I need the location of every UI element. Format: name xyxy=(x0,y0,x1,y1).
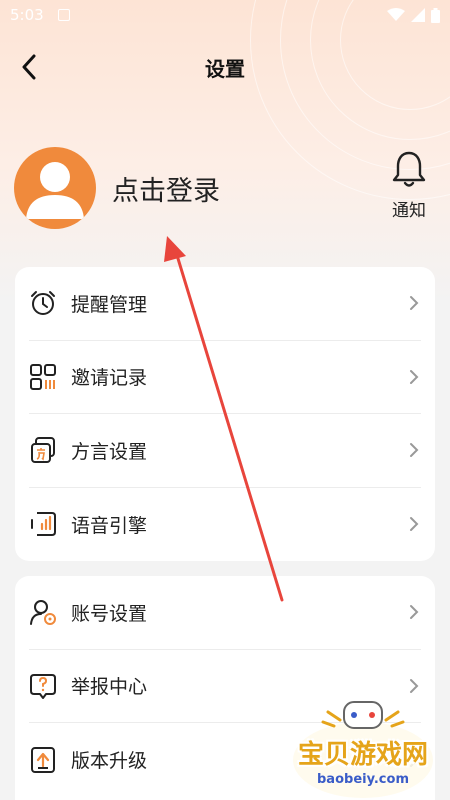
back-button[interactable] xyxy=(14,52,44,82)
chevron-right-icon xyxy=(410,369,419,384)
bell-icon xyxy=(392,151,426,187)
user-avatar-icon xyxy=(26,162,84,219)
account-settings-icon xyxy=(29,598,57,626)
upgrade-icon xyxy=(29,746,57,774)
menu-label: 举报中心 xyxy=(71,676,148,699)
header: 设置 xyxy=(0,40,450,94)
battery-icon xyxy=(431,7,440,23)
page-title: 设置 xyxy=(205,58,245,81)
menu-label: 语音引擎 xyxy=(71,514,148,537)
qr-code-icon xyxy=(29,363,57,391)
menu-item-invite-records[interactable]: 邀请记录 xyxy=(29,341,421,414)
chevron-right-icon xyxy=(410,296,419,311)
alarm-clock-icon xyxy=(29,289,57,317)
watermark: 宝贝游戏网 baobeiy.com xyxy=(278,690,448,800)
menu-label: 账号设置 xyxy=(71,602,148,625)
notification-button[interactable]: 通知 xyxy=(384,150,434,226)
menu-label: 方言设置 xyxy=(71,440,148,463)
notification-icon xyxy=(57,9,70,21)
chevron-right-icon xyxy=(410,605,419,620)
chevron-right-icon xyxy=(410,517,419,532)
settings-card-1: 提醒管理 邀请记录 方言设置 语音引擎 xyxy=(15,267,435,561)
profile-section: 点击登录 通知 xyxy=(14,146,434,230)
status-bar: 5:03 xyxy=(0,0,450,30)
menu-label: 版本升级 xyxy=(71,750,148,773)
status-time: 5:03 xyxy=(10,6,44,24)
watermark-url: baobeiy.com xyxy=(317,772,409,787)
login-label[interactable]: 点击登录 xyxy=(112,169,220,208)
voice-engine-icon xyxy=(29,510,57,538)
menu-item-reminder[interactable]: 提醒管理 xyxy=(29,267,421,341)
chevron-right-icon xyxy=(410,443,419,458)
menu-item-dialect[interactable]: 方言设置 xyxy=(29,414,421,488)
menu-label: 提醒管理 xyxy=(71,293,148,316)
notification-label: 通知 xyxy=(392,201,426,221)
menu-item-account[interactable]: 账号设置 xyxy=(29,576,421,650)
menu-item-voice-engine[interactable]: 语音引擎 xyxy=(29,488,421,562)
menu-label: 邀请记录 xyxy=(71,367,148,390)
signal-icon xyxy=(411,8,425,22)
watermark-text: 宝贝游戏网 xyxy=(297,740,428,770)
back-arrow-icon xyxy=(22,54,36,80)
avatar[interactable] xyxy=(14,147,96,229)
report-icon xyxy=(29,672,57,700)
dialect-icon xyxy=(29,436,57,464)
wifi-icon xyxy=(387,8,405,21)
